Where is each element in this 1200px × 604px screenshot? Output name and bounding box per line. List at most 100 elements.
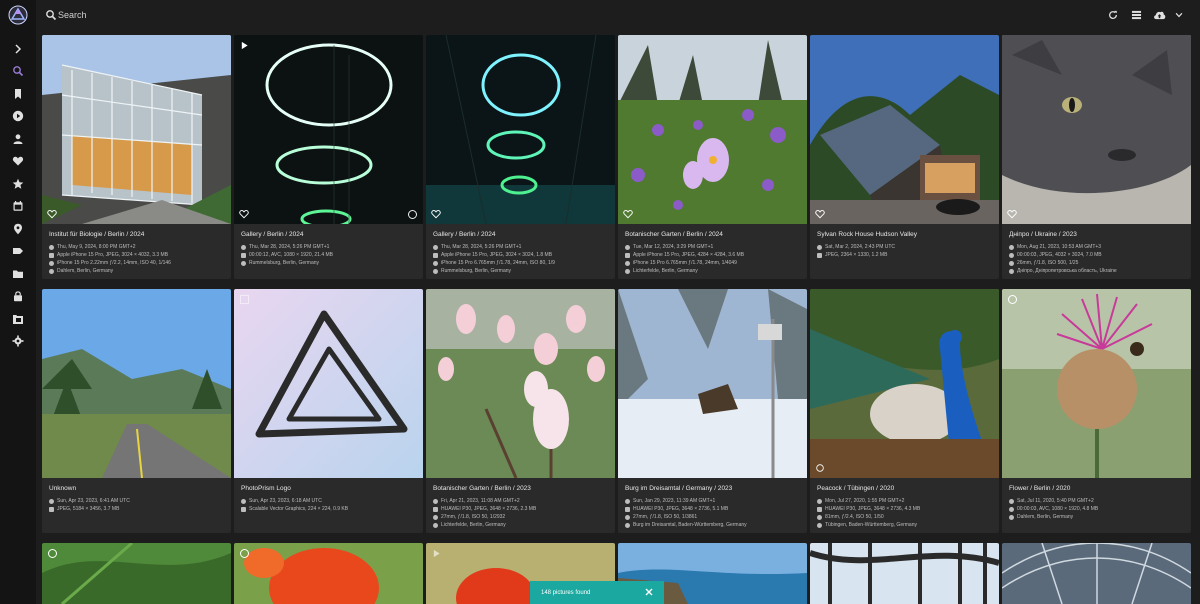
photo-thumbnail[interactable] [426, 289, 615, 478]
photo-info: Botanischer Garten / Berlin / 2023 Fri, … [426, 478, 615, 533]
photo-date: Sat, Jul 11, 2020, 5:40 PM GMT+2 [1009, 497, 1191, 505]
folder-library-icon[interactable] [10, 311, 26, 327]
clock-icon [1009, 498, 1014, 504]
photo-thumbnail[interactable] [42, 35, 231, 224]
photo-location: Rummelsburg, Berlin, Germany [433, 267, 615, 275]
sidebar [0, 0, 36, 604]
search-input[interactable] [58, 6, 758, 24]
play-icon[interactable] [10, 108, 26, 124]
favorite-heart-icon[interactable] [815, 463, 825, 473]
clock-icon [1009, 244, 1014, 250]
photo-card[interactable]: Flower / Berlin / 2020 Sat, Jul 11, 2020… [1002, 289, 1191, 533]
photo-thumbnail[interactable] [810, 543, 999, 604]
camera-icon [625, 252, 630, 258]
favorite-heart-icon[interactable] [47, 209, 57, 219]
photo-card[interactable]: PhotoPrism Logo Sun, Apr 23, 2023, 6:18 … [234, 289, 423, 533]
search-icon [46, 10, 57, 21]
clock-icon [49, 244, 54, 250]
bookmark-icon[interactable] [10, 86, 26, 102]
photo-thumbnail[interactable] [234, 289, 423, 478]
view-list-icon[interactable] [1129, 8, 1143, 22]
favorite-heart-icon[interactable] [1007, 209, 1017, 219]
photo-thumbnail[interactable] [426, 35, 615, 224]
photo-title: Botanischer Garten / Berlin / 2024 [625, 231, 723, 238]
photo-card[interactable]: Gallery / Berlin / 2024 Thu, Mar 28, 202… [426, 35, 615, 279]
location-pin-icon[interactable] [10, 221, 26, 237]
photo-card[interactable]: Gallery / Berlin / 2024 Thu, Mar 28, 202… [234, 35, 423, 279]
search-nav-icon[interactable] [10, 63, 26, 79]
clock-icon [817, 244, 822, 250]
photo-thumbnail[interactable] [618, 35, 807, 224]
heart-icon[interactable] [10, 153, 26, 169]
photo-card[interactable]: Unknown Sun, Apr 23, 2023, 6:41 AM UTC J… [42, 289, 231, 533]
label-icon[interactable] [10, 243, 26, 259]
photo-file: JPEG, 2364 × 1330, 1.2 MB [817, 251, 999, 259]
photo-info: Flower / Berlin / 2020 Sat, Jul 11, 2020… [1002, 478, 1191, 533]
chevron-right-icon[interactable] [10, 41, 26, 57]
photo-title: Unknown [49, 485, 77, 492]
photo-card[interactable]: Sylvan Rock House Hudson Valley Sat, Mar… [810, 35, 999, 279]
photo-card[interactable]: Peacock / Tübingen / 2020 Mon, Jul 27, 2… [810, 289, 999, 533]
refresh-icon[interactable] [1106, 8, 1120, 22]
person-icon[interactable] [10, 131, 26, 147]
clock-icon [433, 498, 438, 504]
photo-file: 00:00:03, AVC, 1080 × 1920, 4.8 MB [1009, 505, 1191, 513]
location-pin-icon [817, 522, 822, 528]
photo-thumbnail[interactable] [234, 35, 423, 224]
photo-card[interactable]: Botanischer Garten / Berlin / 2024 Tue, … [618, 35, 807, 279]
select-circle-icon[interactable] [408, 210, 417, 219]
photo-title: Flower / Berlin / 2020 [1009, 485, 1071, 492]
photo-info: Institut für Biologie / Berlin / 2024 Th… [42, 224, 231, 279]
photo-location: Lichterfelde, Berlin, Germany [625, 267, 807, 275]
clock-icon [241, 244, 246, 250]
photo-title: Gallery / Berlin / 2024 [241, 231, 304, 238]
photo-card[interactable]: Burg im Dreisamtal / Germany / 2023 Sun,… [618, 289, 807, 533]
photo-file: Apple iPhone 15 Pro, JPEG, 3024 × 3024, … [433, 251, 615, 259]
photo-title: Burg im Dreisamtal / Germany / 2023 [625, 485, 733, 492]
lens-icon [49, 260, 54, 266]
photo-date: Sat, Mar 2, 2024, 2:43 PM UTC [817, 243, 999, 251]
photo-file: HUAWEI P30, JPEG, 3648 × 2736, 2.3 MB [433, 505, 615, 513]
lens-icon [1009, 260, 1014, 266]
clock-icon [625, 498, 630, 504]
calendar-icon[interactable] [10, 198, 26, 214]
photo-info: Gallery / Berlin / 2024 Thu, Mar 28, 202… [426, 224, 615, 279]
photo-card[interactable]: Дніпро / Ukraine / 2023 Mon, Aug 21, 202… [1002, 35, 1191, 279]
photo-lens: 27mm, ƒ/1.8, ISO 50, 1/3861 [625, 513, 807, 521]
favorite-heart-icon[interactable] [431, 209, 441, 219]
gear-icon[interactable] [10, 333, 26, 349]
photo-thumbnail[interactable] [810, 289, 999, 478]
snackbar: 148 pictures found [530, 581, 664, 604]
photo-title: Gallery / Berlin / 2024 [433, 231, 496, 238]
photo-card[interactable]: Institut für Biologie / Berlin / 2024 Th… [42, 35, 231, 279]
photoprism-logo-icon[interactable] [8, 5, 28, 25]
photo-thumbnail[interactable] [42, 543, 231, 604]
cloud-upload-icon[interactable] [1152, 8, 1166, 22]
chevron-down-icon[interactable] [1172, 8, 1186, 22]
clock-icon [625, 244, 630, 250]
photo-thumbnail[interactable] [42, 289, 231, 478]
favorite-heart-icon[interactable] [815, 209, 825, 219]
live-photo-icon [1008, 295, 1017, 304]
play-icon [241, 41, 248, 50]
photo-thumbnail[interactable] [618, 289, 807, 478]
folder-icon[interactable] [10, 266, 26, 282]
photo-file: 00:00:12, AVC, 1080 × 1920, 21.4 MB [241, 251, 423, 259]
favorite-heart-icon[interactable] [623, 209, 633, 219]
close-icon[interactable] [644, 587, 654, 597]
photo-file: HUAWEI P30, JPEG, 3648 × 2736, 5.1 MB [625, 505, 807, 513]
favorite-heart-icon[interactable] [239, 209, 249, 219]
photo-thumbnail[interactable] [234, 543, 423, 604]
lock-icon[interactable] [10, 288, 26, 304]
photo-file: Apple iPhone 15 Pro, JPEG, 4284 × 4284, … [625, 251, 807, 259]
photo-thumbnail[interactable] [1002, 543, 1191, 604]
play-icon [433, 549, 440, 558]
photo-info: Botanischer Garten / Berlin / 2024 Tue, … [618, 224, 807, 279]
photo-thumbnail[interactable] [810, 35, 999, 224]
photo-thumbnail[interactable] [1002, 289, 1191, 478]
star-icon[interactable] [10, 176, 26, 192]
photo-thumbnail[interactable] [1002, 35, 1191, 224]
photo-card[interactable]: Botanischer Garten / Berlin / 2023 Fri, … [426, 289, 615, 533]
image-icon [817, 252, 822, 258]
photo-info: Gallery / Berlin / 2024 Thu, Mar 28, 202… [234, 224, 423, 279]
